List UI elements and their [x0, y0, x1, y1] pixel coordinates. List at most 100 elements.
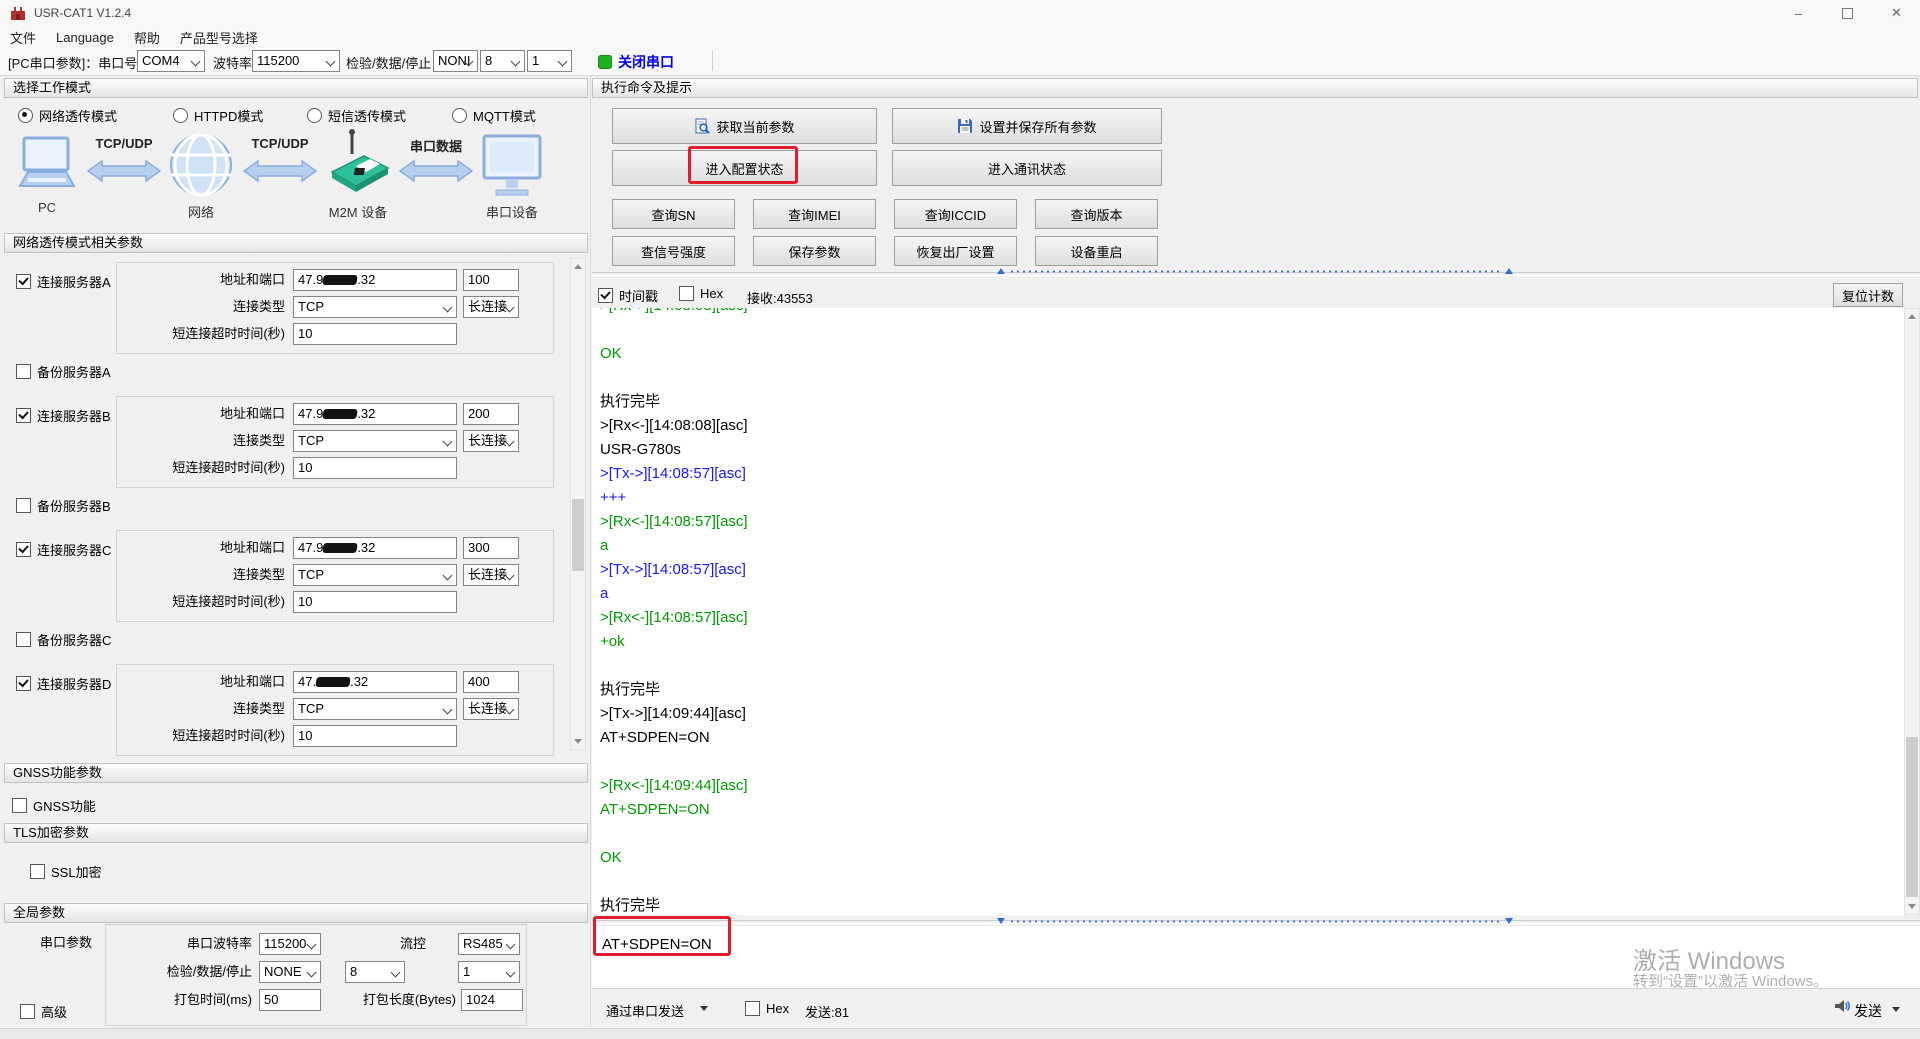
- server-port-input[interactable]: 400: [463, 671, 519, 693]
- conn-type-select[interactable]: TCP: [293, 296, 457, 318]
- menu-language[interactable]: Language: [46, 30, 124, 45]
- backup-server-checkbox[interactable]: 备份服务器C: [16, 630, 111, 649]
- scrollbar-thumb[interactable]: [1906, 737, 1918, 897]
- get-params-button[interactable]: 获取当前参数: [612, 108, 877, 144]
- send-via-serial-dropdown[interactable]: 通过串口发送: [606, 1001, 684, 1020]
- query-version-button[interactable]: 查询版本: [1035, 199, 1158, 229]
- global-stopbits-select[interactable]: 1: [458, 961, 520, 983]
- server-address-input[interactable]: 47. .32: [293, 671, 457, 693]
- com-port-select[interactable]: COM4: [137, 50, 205, 72]
- scroll-up-icon[interactable]: [571, 259, 585, 274]
- server-port-input[interactable]: 200: [463, 403, 519, 425]
- ssl-checkbox[interactable]: SSL加密: [30, 862, 102, 881]
- global-baud-select[interactable]: 115200: [259, 933, 321, 955]
- query-imei-button[interactable]: 查询IMEI: [753, 199, 876, 229]
- serial-toolbar: [PC串口参数]：串口号 COM4 波特率 115200 检验/数据/停止 NO…: [0, 48, 1920, 76]
- conn-mode-select[interactable]: 长连接: [463, 698, 519, 720]
- conn-type-select[interactable]: TCP: [293, 564, 457, 586]
- server-enable-checkbox[interactable]: 连接服务器A: [16, 272, 111, 291]
- minimize-button[interactable]: –: [1776, 0, 1821, 26]
- app-logo-icon: [11, 7, 25, 20]
- scrollbar-thumb[interactable]: [572, 499, 584, 571]
- restore-button[interactable]: [1825, 0, 1870, 26]
- server-enable-checkbox[interactable]: 连接服务器C: [16, 540, 111, 559]
- scroll-up-icon[interactable]: [1905, 309, 1919, 324]
- backup-server-checkbox[interactable]: 备份服务器B: [16, 496, 111, 515]
- log-line: a: [600, 585, 609, 602]
- conn-type-select[interactable]: TCP: [293, 698, 457, 720]
- dropdown-arrow-icon[interactable]: [700, 1006, 708, 1011]
- gnss-checkbox[interactable]: GNSS功能: [12, 796, 96, 815]
- query-sn-button[interactable]: 查询SN: [612, 199, 735, 229]
- conn-type-select[interactable]: TCP: [293, 430, 457, 452]
- pack-time-input[interactable]: 50: [259, 989, 321, 1011]
- send-hex-checkbox[interactable]: Hex: [745, 1001, 789, 1016]
- log-scrollbar[interactable]: [1904, 308, 1920, 915]
- radio-icon: [452, 108, 467, 123]
- menu-product-model[interactable]: 产品型号选择: [170, 28, 268, 47]
- server-port-input[interactable]: 300: [463, 537, 519, 559]
- server-address-input[interactable]: 47.9.32: [293, 269, 457, 291]
- checkbox-icon: [679, 286, 694, 301]
- diagram-node-label: M2M 设备: [328, 205, 388, 220]
- close-button[interactable]: ✕: [1874, 0, 1919, 26]
- reset-count-button[interactable]: 复位计数: [1833, 283, 1903, 307]
- chevron-down-icon: [325, 56, 336, 67]
- pack-length-label: 打包长度(Bytes): [362, 992, 456, 1007]
- query-iccid-button[interactable]: 查询ICCID: [894, 199, 1017, 229]
- diagram-link-label: TCP/UDP: [251, 136, 309, 151]
- global-databits-select[interactable]: 8: [345, 961, 405, 983]
- backup-server-checkbox[interactable]: 备份服务器A: [16, 362, 111, 381]
- flow-control-select[interactable]: RS485: [458, 933, 520, 955]
- checkbox-icon: [16, 632, 31, 647]
- log-hex-checkbox[interactable]: Hex: [679, 286, 723, 301]
- scroll-down-icon[interactable]: [571, 734, 585, 749]
- pack-length-input[interactable]: 1024: [461, 989, 523, 1011]
- global-parity-select[interactable]: NONE: [259, 961, 321, 983]
- conn-mode-select[interactable]: 长连接: [463, 564, 519, 586]
- menu-file[interactable]: 文件: [0, 28, 46, 47]
- baud-select[interactable]: 115200: [252, 50, 340, 72]
- timeout-input[interactable]: 10: [293, 725, 457, 747]
- splitter-handle[interactable]: [995, 266, 1515, 276]
- enter-comm-button[interactable]: 进入通讯状态: [892, 150, 1162, 186]
- timestamp-checkbox[interactable]: 时间戳: [598, 286, 658, 305]
- conn-mode-select[interactable]: 长连接: [463, 296, 519, 318]
- splitter-handle[interactable]: [995, 916, 1515, 926]
- log-output[interactable]: >[Rx<-][14:08:08][asc] OK 执行完毕 >[Rx<-][14…: [592, 308, 1904, 915]
- sent-count: 发送:81: [805, 1005, 850, 1020]
- parity-select[interactable]: NONI: [433, 50, 478, 72]
- send-dropdown-arrow-icon[interactable]: [1892, 1007, 1900, 1012]
- scroll-down-icon[interactable]: [1905, 899, 1919, 914]
- advanced-checkbox[interactable]: 高级: [20, 1002, 67, 1021]
- close-port-button[interactable]: 关闭串口: [618, 52, 674, 72]
- server-enable-checkbox[interactable]: 连接服务器B: [16, 406, 111, 425]
- factory-reset-button[interactable]: 恢复出厂设置: [894, 236, 1017, 266]
- server-address-input[interactable]: 47.9.32: [293, 537, 457, 559]
- server-enable-checkbox[interactable]: 连接服务器D: [16, 674, 111, 693]
- radio-mqtt[interactable]: MQTT模式: [452, 106, 536, 125]
- databits-select[interactable]: 8: [480, 50, 525, 72]
- server-address-input[interactable]: 47.9.32: [293, 403, 457, 425]
- server-list-scrollbar[interactable]: [570, 258, 586, 750]
- log-line: >[Rx<-][14:09:44][asc]: [600, 777, 748, 794]
- menu-help[interactable]: 帮助: [124, 28, 170, 47]
- timeout-input[interactable]: 10: [293, 591, 457, 613]
- stopbits-select[interactable]: 1: [527, 50, 572, 72]
- radio-net-passthrough[interactable]: 网络透传模式: [18, 106, 117, 125]
- send-button[interactable]: 发送: [1854, 1001, 1882, 1021]
- radio-httpd[interactable]: HTTPD模式: [173, 106, 263, 125]
- redaction-scribble: [315, 677, 351, 687]
- save-params-button[interactable]: 保存参数: [753, 236, 876, 266]
- title-bar: USR-CAT1 V1.2.4 – ✕: [0, 0, 1920, 26]
- reboot-button[interactable]: 设备重启: [1035, 236, 1158, 266]
- radio-sms-passthrough[interactable]: 短信透传模式: [307, 106, 406, 125]
- server-port-input[interactable]: 100: [463, 269, 519, 291]
- timeout-input[interactable]: 10: [293, 323, 457, 345]
- query-signal-button[interactable]: 查信号强度: [612, 236, 735, 266]
- timeout-input[interactable]: 10: [293, 457, 457, 479]
- set-save-params-button[interactable]: 设置并保存所有参数: [892, 108, 1162, 144]
- conn-mode-select[interactable]: 长连接: [463, 430, 519, 452]
